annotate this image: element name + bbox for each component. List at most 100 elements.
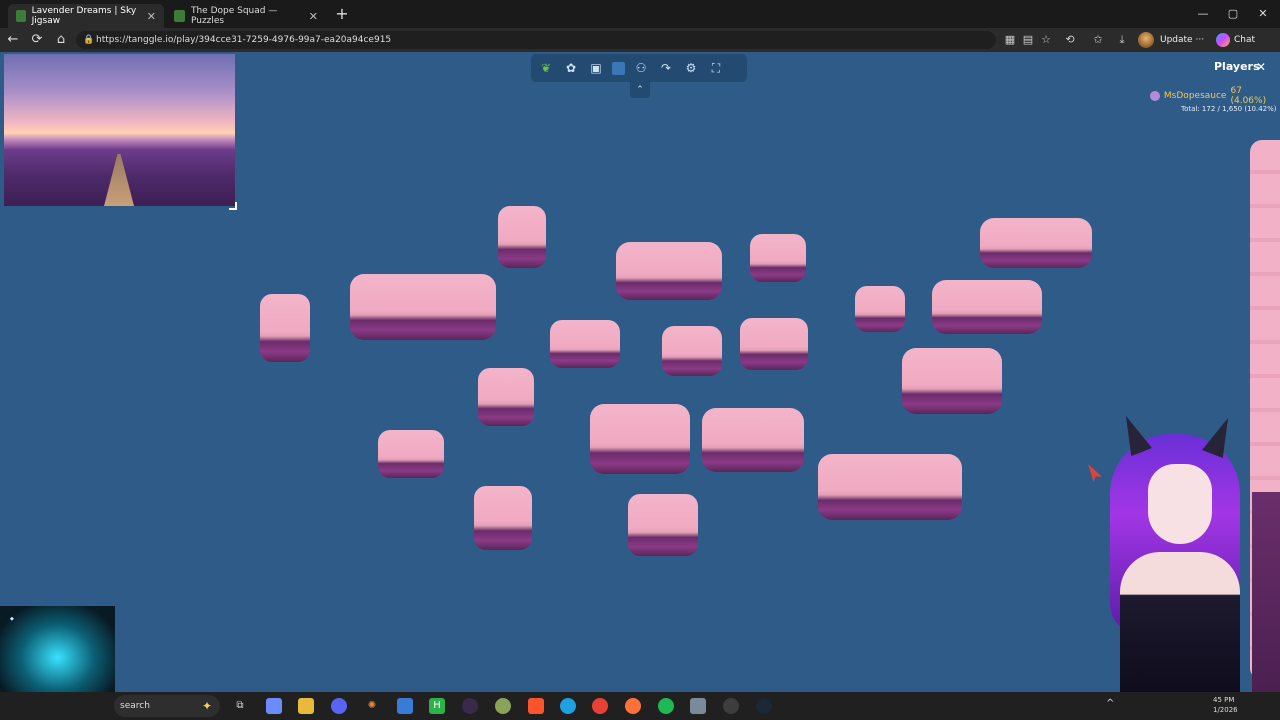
settings-icon[interactable]: ⚙ xyxy=(682,59,700,77)
steam-icon[interactable] xyxy=(756,698,772,714)
home-button[interactable]: ⌂ xyxy=(50,30,72,50)
profile-avatar[interactable] xyxy=(1138,32,1154,48)
player-avatar xyxy=(1150,91,1160,101)
split-screen-icon[interactable]: ▦ xyxy=(1002,32,1018,48)
copilot-app-icon[interactable] xyxy=(266,698,282,714)
puzzle-piece[interactable] xyxy=(350,274,496,340)
app-icon[interactable] xyxy=(397,698,413,714)
reference-path xyxy=(104,154,134,206)
address-bar-row: ← ⟳ ⌂ 🔒 https://tanggle.io/play/394cce31… xyxy=(0,28,1280,52)
windows-taskbar: search ✦ ⧉ ✺ H ^ 45 PM 1/2026 xyxy=(0,692,1280,720)
file-explorer-icon[interactable] xyxy=(298,698,314,714)
favorites-icon[interactable]: ✩ xyxy=(1090,32,1106,48)
minimize-button[interactable]: — xyxy=(1188,4,1218,24)
app-icon[interactable]: ✺ xyxy=(364,698,380,714)
total-progress: Total: 172 / 1,650 (10.42%) xyxy=(1181,105,1277,113)
puzzle-piece[interactable] xyxy=(662,326,722,376)
clock-time: 45 PM xyxy=(1213,696,1235,704)
puzzle-piece[interactable] xyxy=(498,206,546,268)
tab-bar: Lavender Dreams | Sky Jigsaw ✕ The Dope … xyxy=(0,0,1280,28)
tanggle-favicon-icon xyxy=(16,10,26,22)
search-placeholder: search xyxy=(120,701,150,711)
spotify-icon[interactable] xyxy=(658,698,674,714)
chrome-icon[interactable] xyxy=(592,698,608,714)
puzzle-piece[interactable] xyxy=(740,318,808,370)
reload-button[interactable]: ⟳ xyxy=(26,30,48,50)
square-icon[interactable] xyxy=(612,61,625,75)
puzzle-piece[interactable] xyxy=(855,286,905,332)
collapse-toolbar-button[interactable]: ⌃ xyxy=(630,82,650,98)
url-text: https://tanggle.io/play/394cce31-7259-49… xyxy=(96,35,392,45)
lock-icon: 🔒 xyxy=(83,35,95,45)
app-icon[interactable] xyxy=(495,698,511,714)
url-field[interactable]: 🔒 https://tanggle.io/play/394cce31-7259-… xyxy=(76,31,996,49)
puzzle-piece[interactable] xyxy=(378,430,444,478)
leaf-icon[interactable]: ❦ xyxy=(537,59,555,77)
discord-icon[interactable] xyxy=(331,698,347,714)
puzzle-piece[interactable] xyxy=(260,294,310,362)
update-button[interactable]: Update ··· xyxy=(1160,32,1204,48)
player-score: 67 (4.06%) xyxy=(1230,86,1267,106)
player-entry: MsDopesauce 67 (4.06%) xyxy=(1150,86,1280,106)
tanggle-favicon-icon xyxy=(174,10,185,22)
share-icon[interactable]: ↷ xyxy=(657,59,675,77)
resize-handle-icon[interactable] xyxy=(229,202,237,210)
player-name: MsDopesauce xyxy=(1163,91,1227,101)
brave-icon[interactable] xyxy=(528,698,544,714)
app-icon[interactable] xyxy=(723,698,739,714)
close-tab-icon[interactable]: ✕ xyxy=(309,10,318,23)
copilot-chat-button[interactable]: Chat xyxy=(1216,32,1255,48)
puzzle-piece[interactable] xyxy=(980,218,1092,268)
more-options-icon[interactable]: ··· xyxy=(1195,35,1204,45)
maximize-button[interactable]: ▢ xyxy=(1218,4,1248,24)
obs-icon[interactable] xyxy=(462,698,478,714)
image-icon[interactable]: ▣ xyxy=(587,59,605,77)
puzzle-piece[interactable] xyxy=(474,486,532,550)
puzzle-piece[interactable] xyxy=(590,404,690,474)
players-icon[interactable]: ⚇ xyxy=(632,59,650,77)
chat-label: Chat xyxy=(1234,35,1256,45)
puzzle-piece[interactable] xyxy=(932,280,1042,334)
task-view-icon[interactable]: ⧉ xyxy=(232,698,248,714)
edge-icon[interactable] xyxy=(560,698,576,714)
puzzle-piece[interactable] xyxy=(628,494,698,556)
close-tab-icon[interactable]: ✕ xyxy=(147,10,156,23)
update-label: Update xyxy=(1160,35,1193,45)
puzzle-board[interactable]: ❦ ✿ ▣ ⚇ ↷ ⚙ ⛶ ⌃ Players ✕ MsDopesauce 67… xyxy=(0,52,1280,692)
clock-date: 1/2026 xyxy=(1213,706,1238,714)
close-players-icon[interactable]: ✕ xyxy=(1256,60,1266,74)
reference-image[interactable] xyxy=(4,54,237,210)
reader-view-icon[interactable]: ▤ xyxy=(1020,32,1036,48)
puzzle-piece[interactable] xyxy=(478,368,534,426)
search-sparkle-icon: ✦ xyxy=(201,699,212,713)
pieces-icon[interactable]: ✿ xyxy=(562,59,580,77)
game-toolbar: ❦ ✿ ▣ ⚇ ↷ ⚙ ⛶ xyxy=(531,54,747,82)
vtuber-body xyxy=(1120,552,1240,692)
puzzle-piece[interactable] xyxy=(616,242,722,300)
system-clock[interactable]: 45 PM 1/2026 xyxy=(1213,695,1238,715)
vtuber-avatar-overlay xyxy=(1090,412,1260,692)
thumbnail-logo-icon: ◆ xyxy=(10,616,14,622)
downloads-icon[interactable]: ⤓ xyxy=(1114,32,1130,48)
players-title: Players xyxy=(1214,60,1260,73)
firefox-icon[interactable] xyxy=(625,698,641,714)
stream-thumbnail: ◆ xyxy=(0,606,115,692)
tab-lavender-dreams[interactable]: Lavender Dreams | Sky Jigsaw ✕ xyxy=(8,4,164,28)
taskbar-search[interactable]: search ✦ xyxy=(114,695,220,717)
puzzle-piece[interactable] xyxy=(550,320,620,368)
puzzle-piece[interactable] xyxy=(818,454,962,520)
puzzle-piece[interactable] xyxy=(750,234,806,282)
copilot-icon xyxy=(1216,33,1230,47)
app-icon[interactable] xyxy=(690,698,706,714)
tab-dope-squad[interactable]: The Dope Squad — Puzzles ✕ xyxy=(166,4,326,28)
extensions-icon[interactable]: ⟲ xyxy=(1062,32,1078,48)
tray-expand-icon[interactable]: ^ xyxy=(1106,698,1114,709)
fullscreen-icon[interactable]: ⛶ xyxy=(707,59,725,77)
back-button[interactable]: ← xyxy=(2,30,24,50)
close-window-button[interactable]: ✕ xyxy=(1248,4,1278,24)
puzzle-piece[interactable] xyxy=(902,348,1002,414)
favorite-star-icon[interactable]: ☆ xyxy=(1038,32,1054,48)
puzzle-piece[interactable] xyxy=(702,408,804,472)
app-icon[interactable]: H xyxy=(429,698,445,714)
new-tab-button[interactable]: + xyxy=(332,4,352,24)
